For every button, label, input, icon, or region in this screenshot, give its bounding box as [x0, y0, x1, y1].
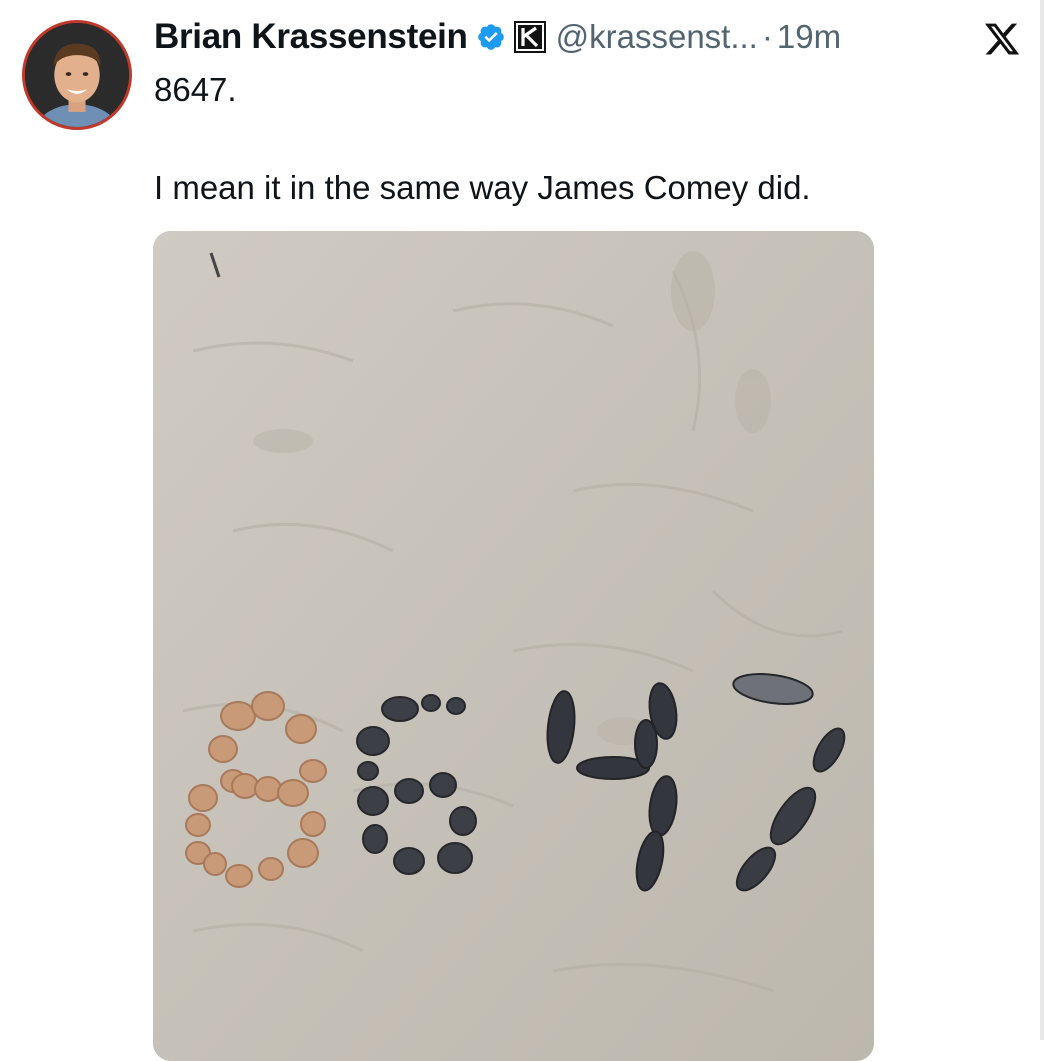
x-logo-icon — [982, 20, 1022, 58]
avatar-photo — [25, 23, 129, 127]
tweet-media-image[interactable] — [153, 231, 874, 1061]
timestamp[interactable]: 19m — [777, 18, 841, 56]
avatar[interactable] — [22, 20, 132, 130]
tweet-header: Brian Krassenstein @krassenst... · 19m — [154, 14, 841, 60]
verified-badge-icon[interactable] — [476, 22, 506, 52]
screen-edge — [1040, 0, 1044, 1040]
beach-photo — [153, 231, 874, 1061]
k-affiliation-icon[interactable] — [513, 21, 546, 53]
tweet-text-line-1: 8647. — [154, 71, 237, 108]
separator-dot: · — [761, 18, 773, 55]
display-name[interactable]: Brian Krassenstein — [154, 17, 468, 57]
tweet-text-line-2: I mean it in the same way James Comey di… — [154, 169, 811, 206]
handle[interactable]: @krassenst... — [556, 18, 758, 56]
